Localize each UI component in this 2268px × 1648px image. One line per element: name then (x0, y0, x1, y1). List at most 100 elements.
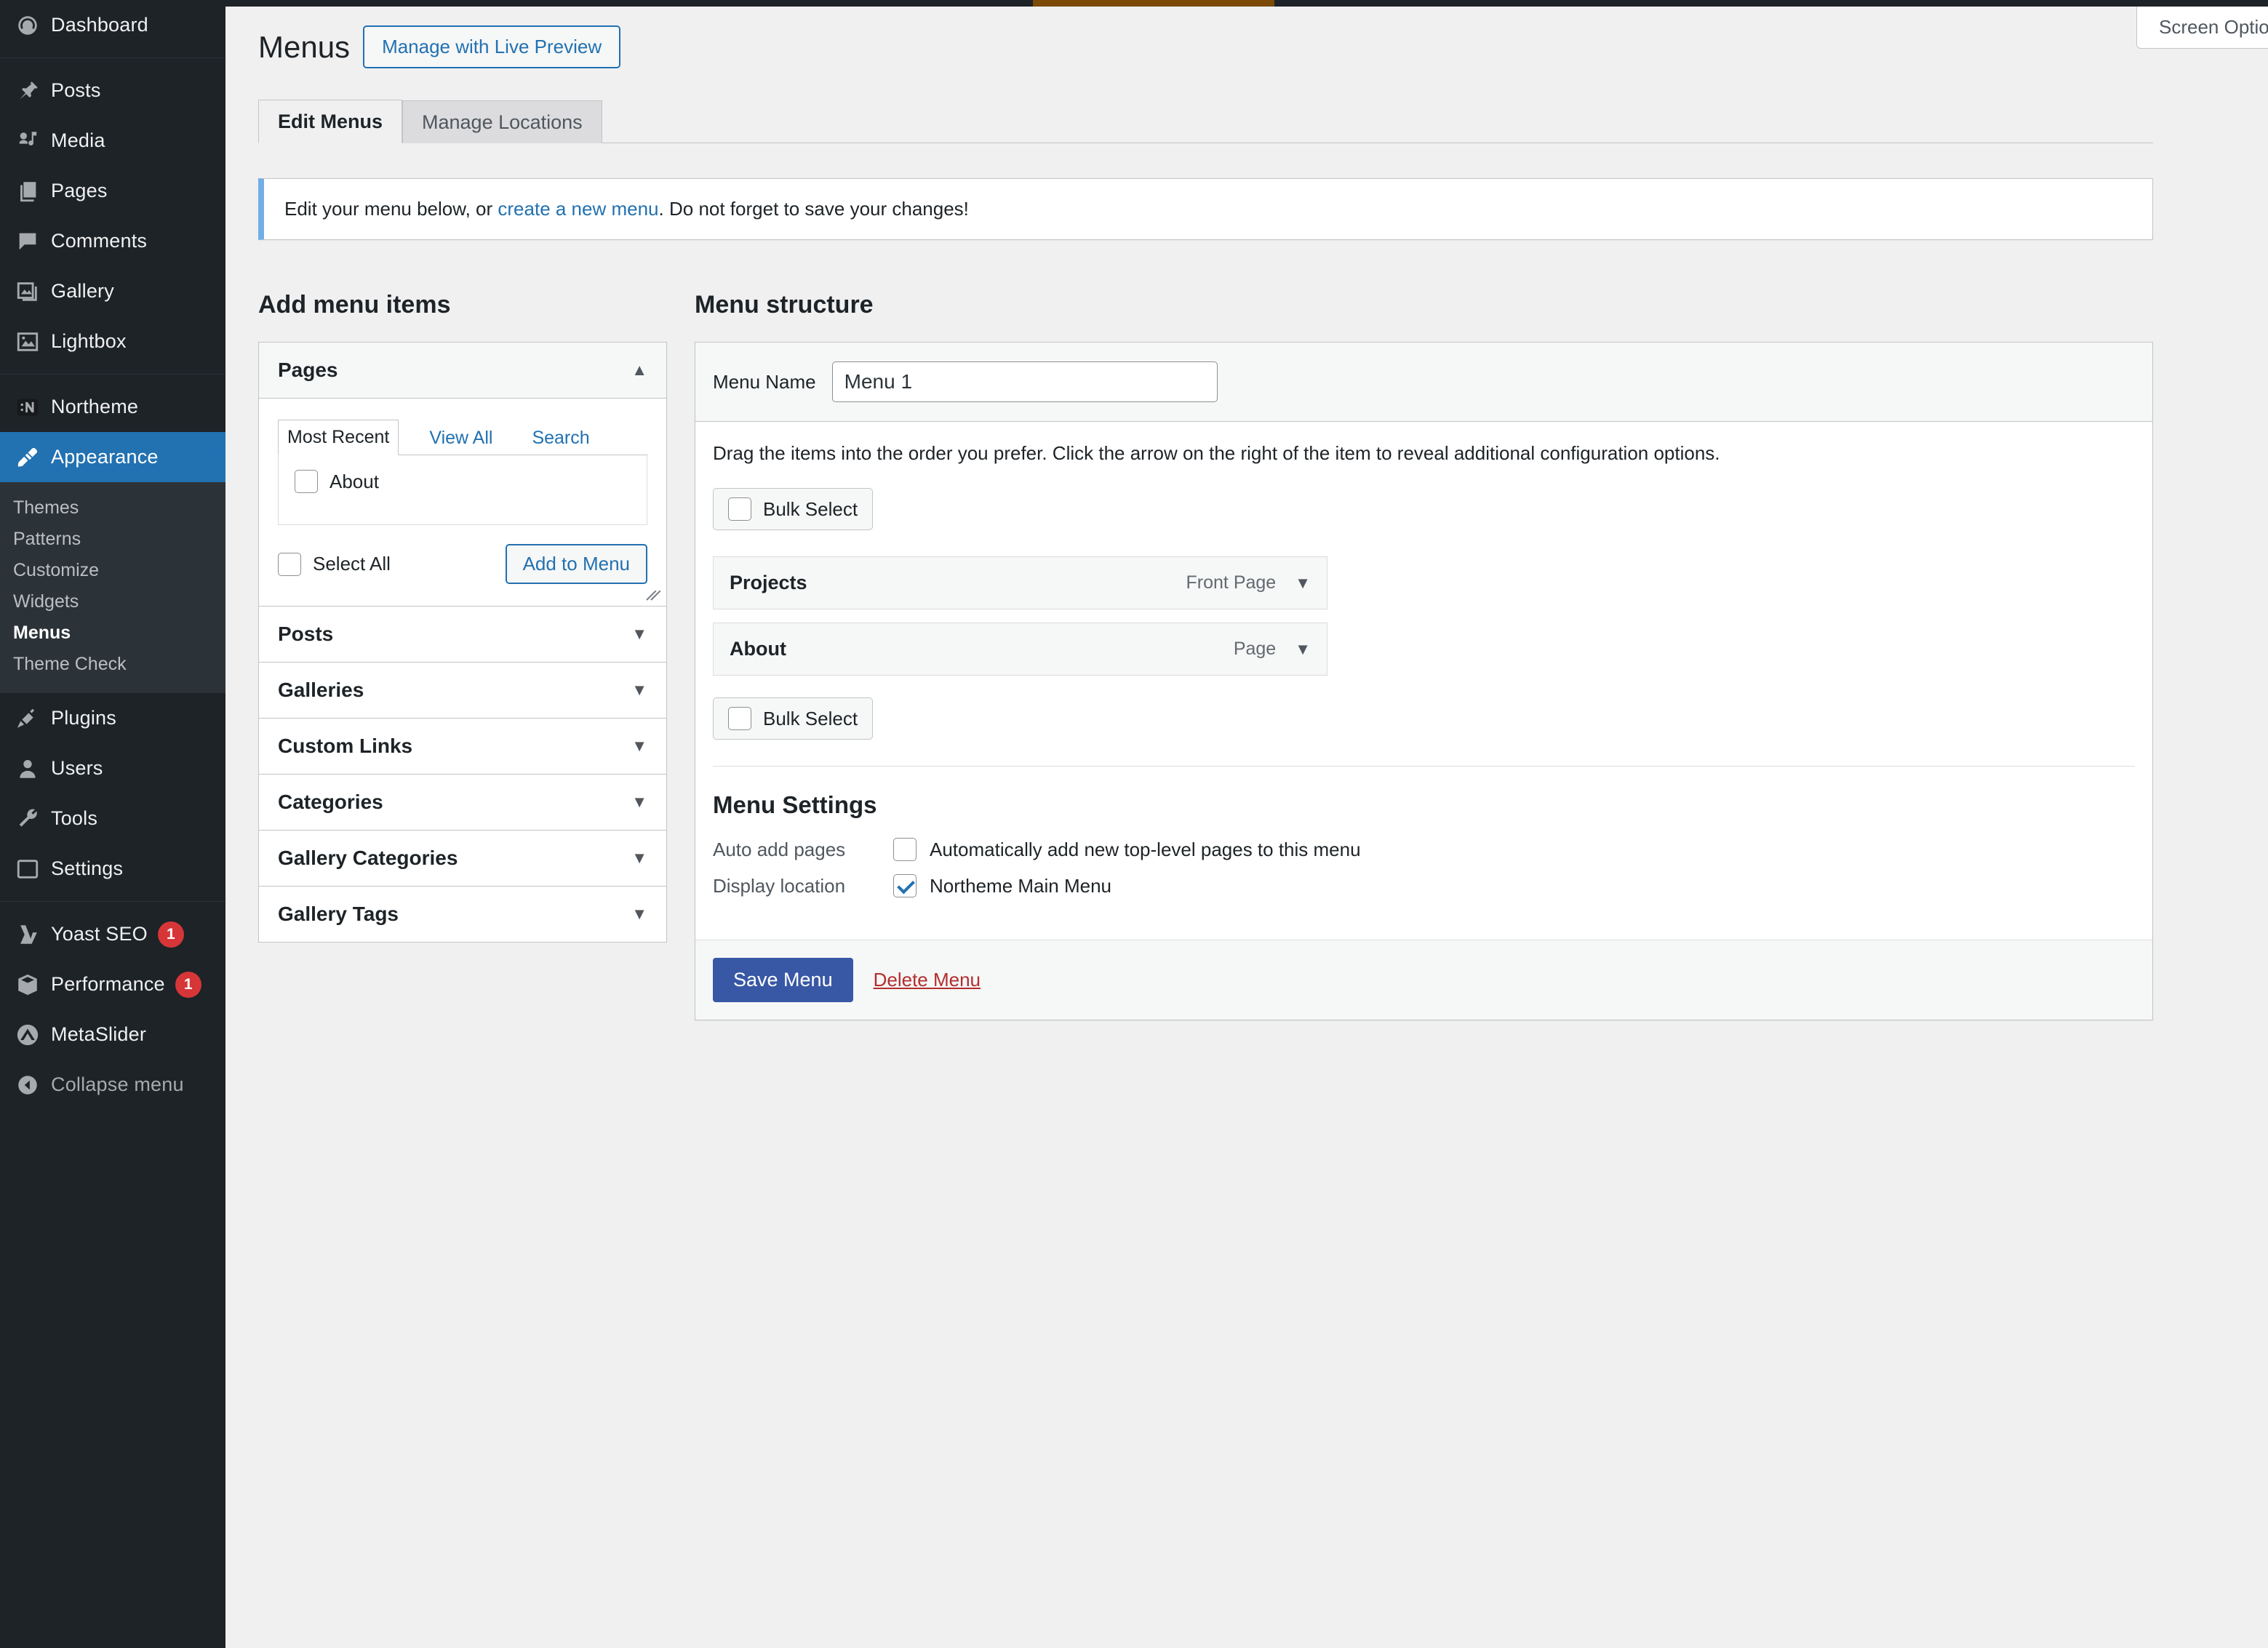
tab-manage-locations[interactable]: Manage Locations (402, 100, 602, 143)
sidebar-item-label: Appearance (51, 446, 159, 468)
sidebar-item-media[interactable]: Media (0, 116, 225, 166)
add-to-menu-button[interactable]: Add to Menu (505, 544, 647, 584)
sidebar-subitem-menus[interactable]: Menus (0, 617, 225, 649)
pages-pane-tabs: Most Recent View All Search (278, 419, 647, 455)
chevron-down-icon[interactable]: ▼ (631, 737, 647, 756)
menu-item-row[interactable]: About Page ▼ (713, 623, 1327, 676)
sidebar-item-appearance[interactable]: Appearance (0, 432, 225, 482)
sidebar-item-label: Gallery (51, 280, 114, 302)
sidebar-item-label: Users (51, 757, 103, 779)
sidebar-subitem-themes[interactable]: Themes (0, 492, 225, 524)
sidebar-item-gallery[interactable]: Gallery (0, 266, 225, 316)
select-all-checkbox[interactable] (278, 552, 301, 576)
chevron-down-icon[interactable]: ▼ (631, 849, 647, 868)
sidebar-item-posts[interactable]: Posts (0, 65, 225, 116)
sidebar-item-northeme[interactable]: Northeme (0, 382, 225, 432)
resize-handle-icon[interactable] (644, 585, 663, 604)
pin-icon (9, 76, 47, 105)
select-all-label: Select All (313, 553, 391, 575)
menu-item-row[interactable]: Projects Front Page ▼ (713, 556, 1327, 609)
chevron-up-icon[interactable]: ▲ (631, 361, 647, 380)
sidebar-divider-1 (0, 57, 225, 58)
sidebar-item-yoast-seo[interactable]: Yoast SEO 1 (0, 909, 225, 959)
pages-item-list: About (278, 455, 647, 525)
menu-structure-heading: Menu structure (695, 291, 874, 319)
menu-settings-heading: Menu Settings (713, 791, 877, 818)
admin-sidebar: Dashboard Posts Media Pages Comments Gal… (0, 0, 225, 1648)
pages-pane-footer: Select All Add to Menu (278, 544, 647, 584)
chevron-down-icon[interactable]: ▼ (631, 625, 647, 644)
accordion-gallery-tags-header[interactable]: Gallery Tags ▼ (259, 887, 666, 942)
chevron-down-icon[interactable]: ▼ (1295, 574, 1311, 593)
bulk-select-label-top: Bulk Select (763, 497, 858, 520)
sidebar-subitem-theme-check[interactable]: Theme Check (0, 649, 225, 680)
sidebar-item-metaslider[interactable]: MetaSlider (0, 1009, 225, 1060)
accordion-categories-header[interactable]: Categories ▼ (259, 775, 666, 830)
accordion-galleries: Galleries ▼ (258, 662, 667, 718)
delete-menu-link[interactable]: Delete Menu (874, 969, 981, 991)
sidebar-item-label: Posts (51, 79, 101, 101)
paintbrush-icon (9, 443, 47, 472)
select-all-row[interactable]: Select All (278, 552, 391, 576)
chevron-down-icon[interactable]: ▼ (631, 681, 647, 700)
accordion-posts-header[interactable]: Posts ▼ (259, 607, 666, 662)
sidebar-divider-3 (0, 901, 225, 902)
sidebar-item-label: Settings (51, 857, 124, 879)
create-new-menu-link[interactable]: create a new menu (498, 198, 658, 220)
screen-options-button[interactable]: Screen Options (2136, 7, 2268, 49)
tab-edit-menus[interactable]: Edit Menus (258, 99, 403, 143)
accordion-galleries-header[interactable]: Galleries ▼ (259, 663, 666, 718)
sidebar-item-tools[interactable]: Tools (0, 793, 225, 844)
sidebar-item-collapse-menu[interactable]: Collapse menu (0, 1060, 225, 1110)
menu-item-title: About (730, 638, 786, 660)
sidebar-item-label: Tools (51, 807, 98, 829)
sidebar-item-dashboard[interactable]: Dashboard (0, 0, 225, 50)
menu-notice: Edit your menu below, or create a new me… (258, 178, 2153, 240)
sidebar-item-plugins[interactable]: Plugins (0, 693, 225, 743)
menu-item-meta: Page ▼ (1234, 639, 1311, 660)
pages-tab-view-all[interactable]: View All (420, 421, 501, 455)
display-location-label: Display location (713, 874, 846, 897)
page-title: Menus (258, 29, 351, 64)
accordion-custom-links-header[interactable]: Custom Links ▼ (259, 719, 666, 774)
setting-auto-add-pages: Auto add pages Automatically add new top… (713, 838, 2135, 861)
manage-with-live-preview-button[interactable]: Manage with Live Preview (363, 25, 621, 68)
sidebar-item-comments[interactable]: Comments (0, 216, 225, 266)
add-menu-items-panel: Pages ▲ Most Recent View All Search Abou… (258, 342, 667, 943)
bulk-select-checkbox-top[interactable] (728, 497, 751, 521)
sidebar-subitem-widgets[interactable]: Widgets (0, 586, 225, 617)
admin-bar-progress-indicator (1033, 0, 1274, 7)
auto-add-pages-checkbox[interactable] (893, 838, 917, 861)
sidebar-item-pages[interactable]: Pages (0, 166, 225, 216)
auto-add-pages-control[interactable]: Automatically add new top-level pages to… (893, 838, 1361, 861)
page-about-label: About (330, 470, 379, 492)
sidebar-item-performance[interactable]: Performance 1 (0, 959, 225, 1009)
bulk-select-button-top[interactable]: Bulk Select (713, 488, 874, 530)
display-location-checkbox[interactable] (893, 874, 917, 897)
sidebar-subitem-patterns[interactable]: Patterns (0, 524, 225, 555)
sidebar-item-users[interactable]: Users (0, 743, 225, 793)
accordion-categories-title: Categories (278, 791, 383, 813)
sidebar-item-lightbox[interactable]: Lightbox (0, 316, 225, 367)
list-item[interactable]: About (295, 470, 631, 493)
accordion-galleries-title: Galleries (278, 679, 364, 701)
pages-tab-most-recent[interactable]: Most Recent (278, 420, 399, 455)
menu-name-input[interactable] (831, 361, 1218, 402)
bulk-select-checkbox-bottom[interactable] (728, 707, 751, 730)
menu-item-meta: Front Page ▼ (1186, 572, 1311, 593)
accordion-gallery-categories-header[interactable]: Gallery Categories ▼ (259, 831, 666, 886)
save-menu-button[interactable]: Save Menu (713, 958, 853, 1002)
accordion-pages-header[interactable]: Pages ▲ (259, 343, 666, 399)
chevron-down-icon[interactable]: ▼ (631, 793, 647, 812)
sidebar-subitem-customize[interactable]: Customize (0, 555, 225, 586)
page-about-checkbox[interactable] (295, 470, 318, 493)
sidebar-item-label: Media (51, 129, 105, 151)
sidebar-item-label: Performance (51, 973, 165, 995)
accordion-gallery-tags: Gallery Tags ▼ (258, 886, 667, 943)
sidebar-item-settings[interactable]: Settings (0, 844, 225, 894)
chevron-down-icon[interactable]: ▼ (631, 905, 647, 924)
chevron-down-icon[interactable]: ▼ (1295, 640, 1311, 659)
bulk-select-button-bottom[interactable]: Bulk Select (713, 697, 874, 740)
pages-tab-search[interactable]: Search (523, 421, 598, 455)
display-location-control[interactable]: Northeme Main Menu (893, 874, 1111, 897)
